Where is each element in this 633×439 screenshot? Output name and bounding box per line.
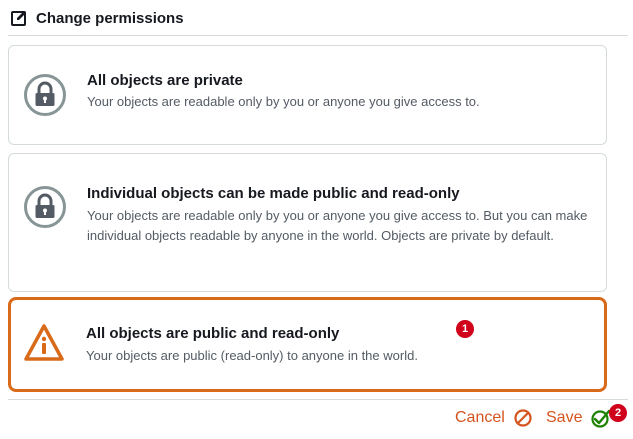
option-individual-public[interactable]: Individual objects can be made public an…	[8, 153, 607, 292]
panel-title: Change permissions	[36, 9, 184, 27]
step-badge: 1	[456, 320, 474, 338]
cancel-button[interactable]: Cancel	[455, 407, 533, 429]
option-title: All objects are public and read-only	[86, 325, 340, 342]
panel-header: Change permissions	[10, 6, 184, 30]
save-button[interactable]: Save	[546, 407, 612, 429]
footer-divider	[8, 399, 628, 400]
option-description: Your objects are readable only by you or…	[87, 208, 588, 243]
option-description: Your objects are public (read-only) to a…	[86, 348, 418, 363]
header-divider	[8, 35, 628, 36]
edit-icon	[11, 11, 26, 26]
lock-icon	[24, 186, 66, 228]
warning-icon	[24, 324, 64, 361]
cancel-icon	[514, 409, 532, 427]
option-title: All objects are private	[87, 72, 243, 89]
cancel-label: Cancel	[455, 409, 505, 426]
save-label: Save	[546, 409, 583, 426]
lock-icon	[24, 74, 66, 116]
option-all-private[interactable]: All objects are private Your objects are…	[8, 45, 607, 145]
option-title: Individual objects can be made public an…	[87, 185, 460, 202]
option-all-public[interactable]: All objects are public and read-only You…	[8, 297, 607, 392]
option-description: Your objects are readable only by you or…	[87, 94, 480, 109]
step-badge: 2	[609, 404, 627, 422]
